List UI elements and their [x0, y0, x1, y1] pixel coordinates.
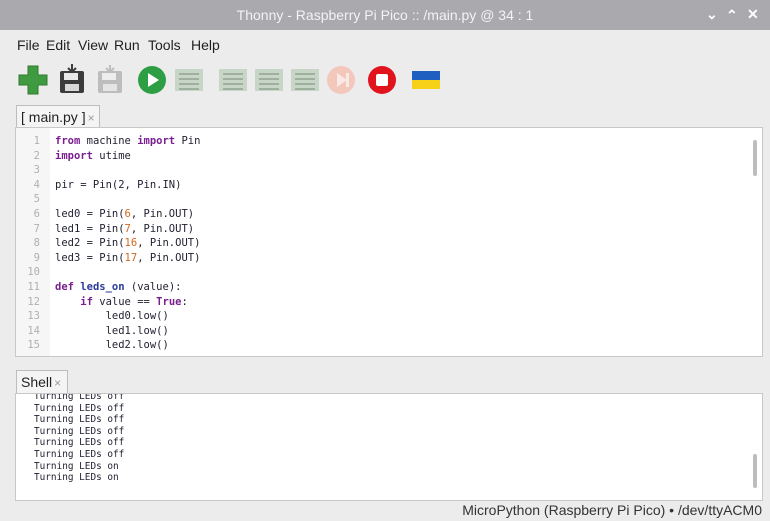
- new-file-button[interactable]: [16, 63, 50, 97]
- debug-button[interactable]: [172, 63, 206, 97]
- shell-scrollbar-thumb[interactable]: [753, 454, 757, 488]
- tab-shell-label: Shell: [21, 374, 53, 390]
- code-line[interactable]: 4 pir = Pin(2, Pin.IN): [16, 178, 746, 193]
- step-over-icon: [219, 69, 247, 91]
- step-out-button[interactable]: [288, 63, 322, 97]
- stop-icon: [368, 66, 396, 94]
- code-text: def leds_on (value):: [55, 281, 182, 293]
- shell-output-line: Turning LEDs off: [34, 402, 125, 414]
- menu-edit[interactable]: Edit: [46, 37, 70, 53]
- line-number: 11: [27, 281, 40, 293]
- code-line[interactable]: 13 led0.low(): [16, 309, 746, 324]
- shell-output-line: Turning LEDs on: [34, 460, 119, 472]
- code-text: led1.low(): [55, 324, 169, 337]
- status-bar[interactable]: MicroPython (Raspberry Pi Pico) • /dev/t…: [462, 502, 762, 518]
- line-number: 9: [33, 251, 40, 264]
- menu-run[interactable]: Run: [114, 37, 140, 53]
- title-bar: Thonny - Raspberry Pi Pico :: /main.py @…: [0, 0, 770, 30]
- shell-output-line: Turning LEDs off: [34, 414, 125, 426]
- debug-icon: [175, 69, 203, 91]
- code-line[interactable]: 7 led1 = Pin(7, Pin.OUT): [16, 222, 746, 237]
- code-text: led3 = Pin(17, Pin.OUT): [55, 251, 201, 264]
- shell-output-line: Turning LEDs off: [34, 437, 125, 449]
- line-number: 14: [27, 324, 40, 337]
- line-number: 7: [33, 222, 40, 235]
- menu-tools[interactable]: Tools: [148, 37, 181, 53]
- code-line[interactable]: 14 led1.low(): [16, 324, 746, 339]
- resume-button[interactable]: [324, 63, 358, 97]
- shell-panel[interactable]: Turning LEDs off Turning LEDs off Turning …: [15, 393, 763, 501]
- shell-scrollbar[interactable]: [750, 396, 760, 498]
- tab-close-icon[interactable]: ×: [54, 376, 61, 390]
- code-line[interactable]: 3: [16, 163, 746, 178]
- line-number: 3: [33, 164, 40, 177]
- code-line[interactable]: 9 led3 = Pin(17, Pin.OUT): [16, 251, 746, 266]
- code-text: import utime: [55, 149, 131, 162]
- shell-output-line: Turning LEDs off: [34, 393, 125, 402]
- menu-view[interactable]: View: [78, 37, 108, 53]
- tab-shell[interactable]: Shell ×: [16, 370, 68, 393]
- code-text: led2 = Pin(16, Pin.OUT): [55, 237, 201, 250]
- code-text: from machine import Pin: [55, 135, 201, 147]
- code-line[interactable]: 6 led0 = Pin(6, Pin.OUT): [16, 207, 746, 222]
- save-file-button[interactable]: [93, 63, 127, 97]
- stop-button[interactable]: [365, 63, 399, 97]
- window-title: Thonny - Raspberry Pi Pico :: /main.py @…: [236, 7, 534, 23]
- line-number: 10: [27, 266, 40, 279]
- code-text: if value == True:: [80, 295, 188, 308]
- code-line[interactable]: 10: [16, 265, 746, 280]
- code-line[interactable]: 1 from machine import Pin: [16, 134, 746, 149]
- ukraine-flag-icon: [412, 71, 440, 89]
- code-line[interactable]: 11 def leds_on (value):: [16, 280, 746, 295]
- line-number: 4: [33, 178, 40, 191]
- editor-scrollbar[interactable]: [750, 130, 760, 354]
- maximize-icon[interactable]: ⌃: [726, 7, 738, 24]
- tab-main-py-label: [ main.py ]: [21, 109, 86, 125]
- code-line[interactable]: 2 import utime: [16, 149, 746, 164]
- line-number: 6: [33, 208, 40, 220]
- close-icon[interactable]: ✕: [747, 6, 759, 23]
- ukraine-flag-button[interactable]: [409, 63, 443, 97]
- code-editor[interactable]: 1 from machine import Pin 2 import utime 3 4 p…: [15, 127, 763, 357]
- minimize-icon[interactable]: ⌄: [706, 6, 718, 23]
- code-line[interactable]: 12 if value == True:: [16, 295, 746, 310]
- save-file-icon: [98, 65, 122, 93]
- editor-scrollbar-thumb[interactable]: [753, 140, 757, 176]
- line-number: 2: [33, 149, 40, 162]
- line-number: 8: [33, 237, 40, 250]
- toolbar: [0, 58, 770, 102]
- step-over-button[interactable]: [216, 63, 250, 97]
- line-number: 5: [33, 193, 40, 206]
- resume-icon: [327, 66, 355, 94]
- step-into-button[interactable]: [252, 63, 286, 97]
- run-button[interactable]: [135, 63, 169, 97]
- step-into-icon: [255, 69, 283, 91]
- code-text: pir = Pin(2, Pin.IN): [55, 178, 182, 191]
- tab-main-py[interactable]: [ main.py ] ×: [16, 105, 100, 127]
- new-file-icon: [18, 65, 48, 95]
- code-text: led0 = Pin(6, Pin.OUT): [55, 208, 195, 220]
- run-icon: [138, 66, 166, 94]
- line-number: 15: [27, 339, 40, 352]
- open-file-icon: [60, 64, 84, 93]
- menu-help[interactable]: Help: [191, 37, 220, 53]
- code-line[interactable]: 15 led2.low(): [16, 338, 746, 353]
- code-text: led2.low(): [55, 339, 169, 352]
- code-text: led0.low(): [55, 310, 169, 323]
- menu-file[interactable]: File: [17, 37, 40, 53]
- line-number: 1: [33, 135, 40, 147]
- line-number: 13: [27, 310, 40, 323]
- menu-bar: File Edit View Run Tools Help: [0, 30, 770, 56]
- shell-output-line: Turning LEDs off: [34, 425, 125, 437]
- step-out-icon: [291, 69, 319, 91]
- tab-close-icon[interactable]: ×: [88, 111, 95, 125]
- code-text: led1 = Pin(7, Pin.OUT): [55, 222, 195, 235]
- line-number: 12: [27, 295, 40, 308]
- code-line[interactable]: 8 led2 = Pin(16, Pin.OUT): [16, 236, 746, 251]
- shell-output-line: Turning LEDs on: [34, 472, 119, 484]
- shell-output-line: Turning LEDs off: [34, 449, 125, 460]
- code-line[interactable]: 5: [16, 192, 746, 207]
- open-file-button[interactable]: [55, 63, 89, 97]
